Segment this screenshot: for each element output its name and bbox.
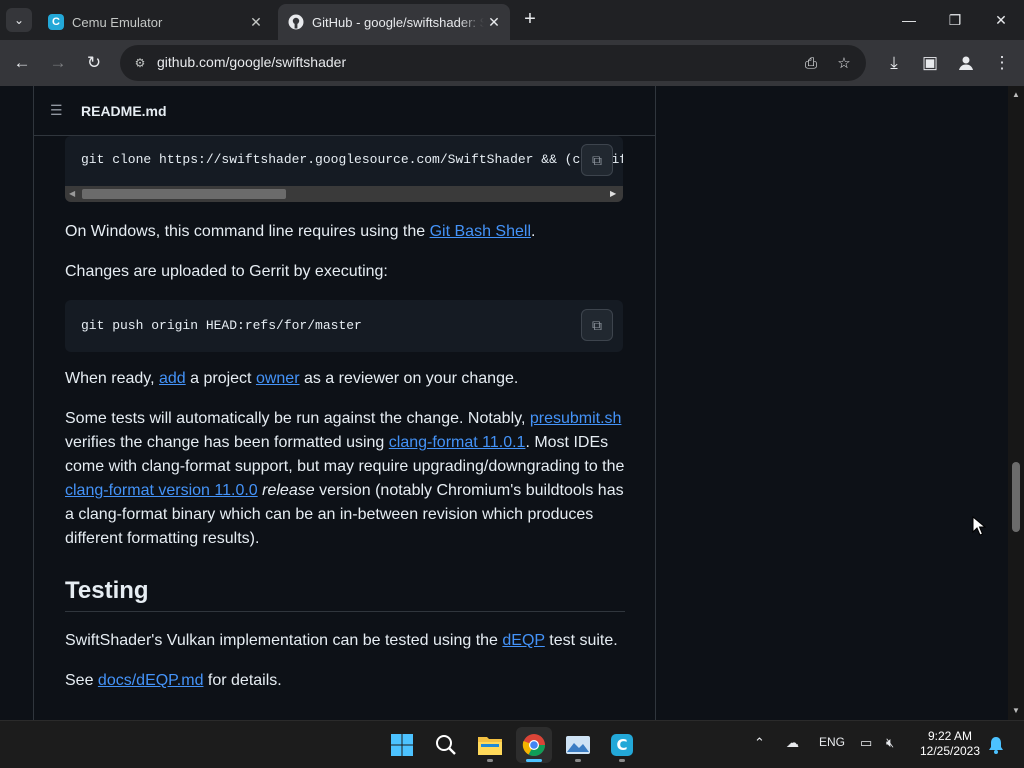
- tab-title: GitHub - google/swiftshader: SwiftShader: [312, 14, 484, 30]
- volume-muted-icon[interactable]: 🔇︎: [886, 735, 894, 751]
- scroll-thumb[interactable]: [1012, 462, 1020, 532]
- see-paragraph: See docs/dEQP.md for details.: [65, 669, 625, 693]
- file-explorer-icon[interactable]: [472, 727, 508, 763]
- text: See: [65, 672, 98, 689]
- active-indicator: [526, 759, 542, 762]
- running-indicator: [575, 759, 581, 762]
- scroll-left-arrow-icon[interactable]: ◀: [69, 189, 75, 198]
- clock-date: 12/25/2023: [919, 744, 981, 758]
- tab-search-chevron-icon[interactable]: ⌄: [6, 8, 32, 32]
- text: On Windows, this command line requires u…: [65, 223, 430, 240]
- profile-avatar-icon[interactable]: [950, 47, 982, 79]
- text: When ready,: [65, 370, 159, 387]
- notification-bell-icon[interactable]: [988, 736, 1004, 759]
- photos-icon[interactable]: [560, 727, 596, 763]
- back-arrow-icon[interactable]: ←: [6, 47, 38, 79]
- horizontal-scrollbar[interactable]: ◀ ▶: [65, 186, 623, 202]
- cemu-icon: C: [48, 14, 64, 30]
- readme-panel: ☰ README.md git clone https://swiftshade…: [33, 86, 656, 720]
- side-panel-icon[interactable]: ▣: [914, 47, 946, 79]
- outline-list-icon[interactable]: ☰: [50, 102, 66, 118]
- heading-divider: [65, 611, 625, 612]
- vulkan-paragraph: SwiftShader's Vulkan implementation can …: [65, 629, 625, 653]
- readme-header: ☰ README.md: [34, 86, 655, 136]
- scroll-thumb[interactable]: [82, 189, 286, 199]
- address-bar[interactable]: ⚙ github.com/google/swiftshader ⎙ ☆: [120, 45, 866, 81]
- minimize-icon[interactable]: —: [886, 0, 932, 40]
- vertical-scrollbar[interactable]: ▲ ▼: [1008, 86, 1024, 720]
- push-command: git push origin HEAD:refs/for/master: [81, 318, 362, 333]
- clock[interactable]: 9:22 AM 12/25/2023: [918, 729, 982, 759]
- chrome-icon[interactable]: [516, 727, 552, 763]
- deqp-docs-link[interactable]: docs/dEQP.md: [98, 672, 204, 689]
- scroll-right-arrow-icon[interactable]: ▶: [610, 189, 616, 198]
- clone-code-block: git clone https://swiftshader.googlesour…: [65, 136, 623, 202]
- display-icon[interactable]: ▭: [860, 735, 872, 751]
- scroll-down-arrow-icon[interactable]: ▼: [1012, 706, 1020, 715]
- browser-toolbar: ← → ↻ ⚙ github.com/google/swiftshader ⎙ …: [0, 40, 1024, 86]
- git-bash-shell-link[interactable]: Git Bash Shell: [430, 223, 531, 240]
- add-link[interactable]: add: [159, 370, 186, 387]
- restore-icon[interactable]: ❐: [932, 0, 978, 40]
- tests-paragraph: Some tests will automatically be run aga…: [65, 407, 625, 551]
- page-content: ☰ README.md git clone https://swiftshade…: [0, 86, 1008, 720]
- presubmit-link[interactable]: presubmit.sh: [530, 410, 622, 427]
- gerrit-text: Changes are uploaded to Gerrit by execut…: [65, 263, 388, 280]
- testing-heading: Testing: [65, 577, 149, 604]
- text: SwiftShader's Vulkan implementation can …: [65, 632, 503, 649]
- scroll-up-arrow-icon[interactable]: ▲: [1012, 90, 1020, 99]
- more-menu-icon[interactable]: ⋮: [986, 47, 1018, 79]
- running-indicator: [487, 759, 493, 762]
- ready-paragraph: When ready, add a project owner as a rev…: [65, 367, 625, 391]
- download-icon[interactable]: ⤓: [878, 47, 910, 79]
- url-text[interactable]: github.com/google/swiftshader: [157, 54, 346, 70]
- tab-title: Cemu Emulator: [72, 14, 163, 30]
- tab-close-icon[interactable]: ✕: [246, 14, 266, 31]
- github-icon: [288, 14, 304, 30]
- forward-arrow-icon[interactable]: →: [42, 47, 74, 79]
- copy-icon[interactable]: ⧉: [581, 309, 613, 341]
- mouse-cursor-icon: [972, 515, 987, 541]
- reload-icon[interactable]: ↻: [78, 47, 110, 79]
- readme-filename[interactable]: README.md: [81, 103, 167, 119]
- network-icon[interactable]: ☁: [786, 735, 799, 751]
- text: verifies the change has been formatted u…: [65, 434, 389, 451]
- deqp-link[interactable]: dEQP: [502, 632, 544, 649]
- show-hidden-icons-chevron-icon[interactable]: ⌃: [754, 735, 765, 751]
- running-indicator: [619, 759, 625, 762]
- tab-cemu-emulator[interactable]: C Cemu Emulator ✕: [38, 4, 272, 40]
- windows-taskbar: C ⌃ ☁ ENG ▭ 🔇︎ 9:22 AM 12/25/2023: [0, 720, 1024, 768]
- tab-github-swiftshader[interactable]: GitHub - google/swiftshader: SwiftShader…: [278, 4, 510, 40]
- tab-close-icon[interactable]: ✕: [484, 14, 504, 31]
- bookmark-star-icon[interactable]: ☆: [832, 51, 856, 75]
- search-icon[interactable]: [428, 727, 464, 763]
- svg-text:C: C: [616, 736, 627, 754]
- text: test suite.: [544, 632, 618, 649]
- emphasis-text: release: [262, 482, 315, 499]
- push-code-block: git push origin HEAD:refs/for/master ⧉: [65, 300, 623, 352]
- text: as a reviewer on your change.: [299, 370, 519, 387]
- windows-note: On Windows, this command line requires u…: [65, 220, 625, 244]
- clock-time: 9:22 AM: [927, 729, 973, 743]
- clone-command: git clone https://swiftshader.googlesour…: [81, 152, 623, 167]
- copy-icon[interactable]: ⧉: [581, 144, 613, 176]
- title-bar: ⌄ C Cemu Emulator ✕ GitHub - google/swif…: [0, 0, 1024, 40]
- site-info-icon[interactable]: ⚙: [132, 55, 148, 71]
- owner-link[interactable]: owner: [256, 370, 300, 387]
- language-indicator[interactable]: ENG: [819, 735, 845, 749]
- text: for details.: [203, 672, 282, 689]
- text: a project: [185, 370, 256, 387]
- text: Some tests will automatically be run aga…: [65, 410, 530, 427]
- new-tab-plus-icon[interactable]: +: [518, 8, 542, 32]
- cemu-icon[interactable]: C: [604, 727, 640, 763]
- text: .: [531, 223, 536, 240]
- clang-format-11-0-1-link[interactable]: clang-format 11.0.1: [389, 434, 526, 451]
- install-app-icon[interactable]: ⎙: [799, 51, 823, 75]
- close-window-icon[interactable]: ✕: [978, 0, 1024, 40]
- windows-start-icon[interactable]: [384, 727, 420, 763]
- clang-format-11-0-0-link[interactable]: clang-format version 11.0.0: [65, 482, 258, 499]
